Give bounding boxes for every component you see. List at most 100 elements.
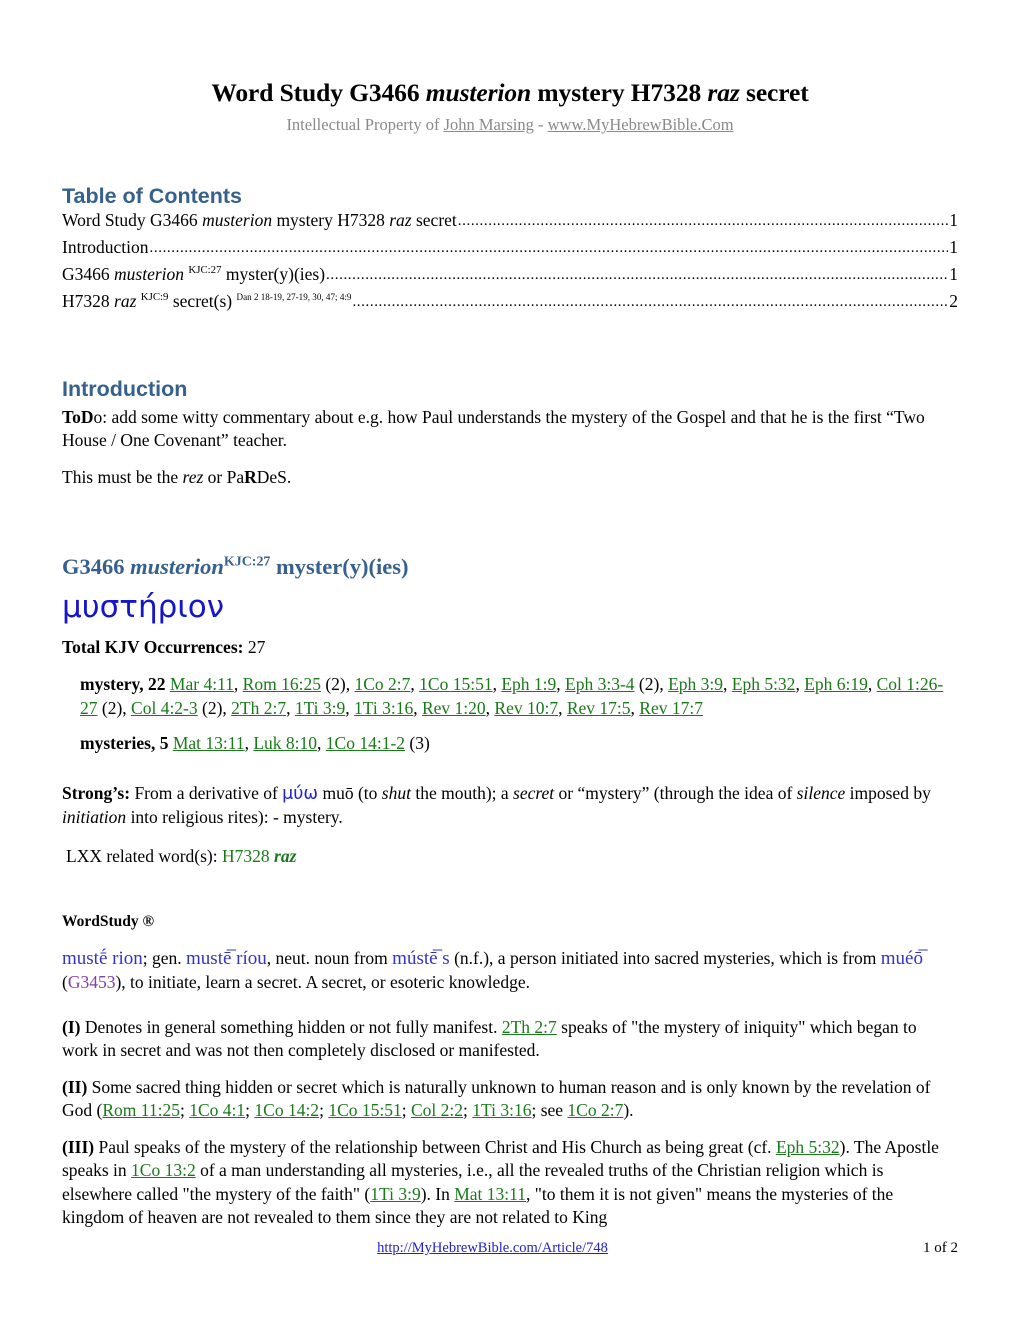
title-part-3: mystery H7328 bbox=[531, 78, 708, 107]
occurrence-word: mystery, bbox=[80, 674, 144, 694]
document-page: Word Study G3466 musterion mystery H7328… bbox=[0, 0, 1020, 1320]
table-of-contents-list: Word Study G3466 musterion mystery H7328… bbox=[62, 210, 958, 320]
verse-reference-link[interactable]: Eph 1:9 bbox=[501, 674, 556, 694]
subtitle-separator: - bbox=[533, 115, 548, 135]
verse-reference-count: (2) bbox=[197, 697, 223, 718]
verse-reference-link[interactable]: 1Ti 3:16 bbox=[354, 698, 413, 718]
verse-reference-link[interactable]: Eph 3:3-4 bbox=[565, 674, 635, 694]
definition-segments: Some sacred thing hidden or secret which… bbox=[62, 1076, 931, 1121]
toc-page-number: 2 bbox=[949, 291, 958, 311]
verse-reference-link[interactable]: 1Co 2:7 bbox=[567, 1100, 623, 1120]
occurrence-refs: Mat 13:11, Luk 8:10, 1Co 14:1-2 (3) bbox=[172, 732, 430, 753]
translit-mustriou: mustē̅ ríou bbox=[186, 948, 267, 969]
verse-reference-link[interactable]: Luk 8:10 bbox=[253, 733, 317, 753]
occurrence-count: 22 bbox=[148, 674, 166, 694]
verse-reference-link[interactable]: 1Co 14:1-2 bbox=[326, 733, 405, 753]
subtitle-prefix: Intellectual Property of bbox=[286, 115, 444, 135]
verse-reference-link[interactable]: 1Co 13:2 bbox=[131, 1160, 196, 1180]
page-footer: http://MyHebrewBible.com/Article/748 1 o… bbox=[62, 1240, 958, 1257]
definition-paragraph: (III) Paul speaks of the mystery of the … bbox=[62, 1136, 952, 1230]
verse-reference-link[interactable]: Eph 3:9 bbox=[668, 674, 723, 694]
introduction-heading: Introduction bbox=[62, 377, 188, 401]
toc-entry[interactable]: G3466 musterion KJC:27 myster(y)(ies) ..… bbox=[62, 264, 958, 284]
total-kjv-occurrences: Total KJV Occurrences: 27 bbox=[62, 637, 265, 658]
translit-mustrion: mustḗ rion bbox=[62, 948, 143, 969]
verse-reference-link[interactable]: Mat 13:11 bbox=[454, 1184, 526, 1204]
definition-segments: Denotes in general something hidden or n… bbox=[62, 1017, 917, 1061]
todo-label: ToD bbox=[62, 407, 94, 427]
lxx-ref-raz: raz bbox=[269, 846, 297, 866]
occurrence-count: 5 bbox=[159, 732, 169, 753]
toc-entry-label: H7328 raz KJC:9 secret(s) Dan 2 18-19, 2… bbox=[62, 291, 352, 311]
verse-reference-link[interactable]: Rev 1:20 bbox=[422, 698, 486, 718]
toc-leader-dots: ........................................… bbox=[457, 214, 948, 229]
verse-reference-link[interactable]: 1Co 2:7 bbox=[354, 674, 410, 694]
toc-superscript: KJC:9 bbox=[140, 291, 169, 304]
verse-reference-link[interactable]: 1Co 4:1 bbox=[189, 1100, 245, 1120]
occurrence-lists: mystery, 22 Mar 4:11, Rom 16:25 (2), 1Co… bbox=[80, 673, 956, 766]
definition-paragraph: (II) Some sacred thing hidden or secret … bbox=[62, 1076, 952, 1123]
occurrence-line-mysteries: mysteries, 5 Mat 13:11, Luk 8:10, 1Co 14… bbox=[80, 732, 956, 756]
occurrence-line-mystery: mystery, 22 Mar 4:11, Rom 16:25 (2), 1Co… bbox=[80, 673, 956, 721]
verse-reference-link[interactable]: 1Ti 3:16 bbox=[472, 1100, 531, 1120]
verse-reference-link[interactable]: Rom 11:25 bbox=[102, 1100, 180, 1120]
definition-paragraph: (I) Denotes in general something hidden … bbox=[62, 1016, 952, 1063]
verse-reference-link[interactable]: Eph 5:32 bbox=[732, 674, 796, 694]
occurrence-refs: Mar 4:11, Rom 16:25 (2), 1Co 2:7, 1Co 15… bbox=[80, 674, 944, 718]
toc-page-number: 1 bbox=[949, 210, 958, 230]
toc-entry[interactable]: Introduction ...........................… bbox=[62, 237, 958, 257]
toc-entry[interactable]: H7328 raz KJC:9 secret(s) Dan 2 18-19, 2… bbox=[62, 291, 958, 311]
definition-marker: (II) bbox=[62, 1076, 88, 1097]
total-kjv-value: 27 bbox=[247, 637, 266, 657]
verse-reference-link[interactable]: Col 2:2 bbox=[411, 1100, 463, 1120]
translit-mustes: mústē̅ s bbox=[392, 948, 450, 969]
footer-url-link[interactable]: http://MyHebrewBible.com/Article/748 bbox=[62, 1240, 923, 1257]
footer-page-number: 1 of 2 bbox=[923, 1240, 958, 1256]
greek-word-musterion: μυστήριον bbox=[62, 589, 225, 625]
document-subtitle: Intellectual Property of John Marsing - … bbox=[62, 114, 958, 135]
verse-reference-link[interactable]: Rom 16:25 bbox=[243, 674, 321, 694]
title-part-raz: raz bbox=[707, 78, 740, 107]
verse-reference-link[interactable]: 1Co 15:51 bbox=[328, 1100, 401, 1120]
document-title: Word Study G3466 musterion mystery H7328… bbox=[62, 0, 958, 108]
verse-reference-link[interactable]: 1Co 15:51 bbox=[419, 674, 492, 694]
greek-root-muo: μύω bbox=[282, 784, 319, 804]
lxx-ref-h7328[interactable]: H7328 bbox=[222, 846, 270, 866]
title-part-musterion: musterion bbox=[425, 78, 532, 107]
verse-reference-count: (2) bbox=[97, 697, 123, 718]
strongs-definition: Strong’s: From a derivative of μύω muō (… bbox=[62, 783, 931, 828]
verse-reference-link[interactable]: Mar 4:11 bbox=[170, 674, 234, 694]
toc-entry[interactable]: Word Study G3466 musterion mystery H7328… bbox=[62, 210, 958, 230]
introduction-paragraph-2: This must be the rez or PaRDeS. bbox=[62, 466, 292, 487]
total-kjv-label: Total KJV Occurrences: bbox=[62, 637, 244, 657]
definition-segments: Paul speaks of the mystery of the relati… bbox=[62, 1136, 939, 1228]
verse-reference-link[interactable]: Eph 5:32 bbox=[776, 1137, 840, 1157]
verse-reference-link[interactable]: 1Ti 3:9 bbox=[370, 1184, 420, 1204]
wordstudy-heading: WordStudy ® bbox=[62, 913, 155, 930]
verse-reference-link[interactable]: 1Co 14:2 bbox=[254, 1100, 319, 1120]
subtitle-author-link[interactable]: John Marsing bbox=[444, 115, 534, 134]
toc-superscript-refs: Dan 2 18-19, 27-19, 30, 47; 4:9 bbox=[236, 292, 352, 303]
toc-leader-dots: ........................................… bbox=[326, 268, 949, 283]
toc-entry-label: Introduction bbox=[62, 237, 149, 257]
verse-reference-link[interactable]: Mat 13:11 bbox=[173, 733, 245, 753]
definitions-list: (I) Denotes in general something hidden … bbox=[62, 1016, 952, 1243]
verse-reference-link[interactable]: Rev 10:7 bbox=[494, 698, 558, 718]
verse-reference-link[interactable]: 1Ti 3:9 bbox=[295, 698, 345, 718]
verse-reference-link[interactable]: Col 4:2-3 bbox=[131, 698, 198, 718]
toc-leader-dots: ........................................… bbox=[149, 241, 949, 256]
g3466-heading: G3466 musterionKJC:27 myster(y)(ies) bbox=[62, 554, 409, 579]
verse-reference-link[interactable]: 2Th 2:7 bbox=[502, 1017, 557, 1037]
strongs-ref-g3453[interactable]: G3453 bbox=[68, 972, 116, 992]
definition-marker: (I) bbox=[62, 1017, 81, 1037]
verse-reference-link[interactable]: 2Th 2:7 bbox=[231, 698, 286, 718]
subtitle-site-link[interactable]: www.MyHebrewBible.Com bbox=[548, 115, 734, 134]
verse-reference-link[interactable]: Rev 17:5 bbox=[567, 698, 631, 718]
toc-entry-label: Word Study G3466 musterion mystery H7328… bbox=[62, 210, 457, 230]
verse-reference-link[interactable]: Eph 6:19 bbox=[804, 674, 868, 694]
g3466-heading-superscript: KJC:27 bbox=[223, 554, 271, 570]
toc-entry-label: G3466 musterion KJC:27 myster(y)(ies) bbox=[62, 264, 326, 284]
wordstudy-body: mustḗ rion; gen. mustē̅ ríou, neut. noun… bbox=[62, 948, 923, 993]
title-part-5: secret bbox=[739, 78, 809, 107]
verse-reference-link[interactable]: Rev 17:7 bbox=[639, 698, 703, 718]
